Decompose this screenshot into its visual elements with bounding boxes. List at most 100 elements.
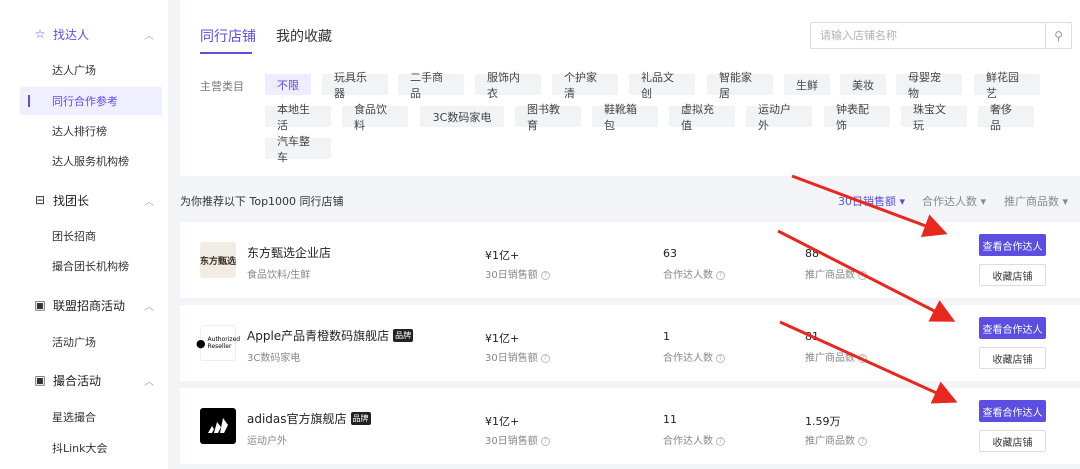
help-icon[interactable]: ? bbox=[716, 436, 725, 446]
help-icon[interactable]: ? bbox=[858, 353, 867, 363]
category-chip[interactable]: 个护家清 bbox=[552, 71, 618, 100]
chevron-up-icon[interactable]: ︿ bbox=[144, 298, 154, 313]
shop-name[interactable]: adidas官方旗舰店 品牌 bbox=[247, 410, 371, 427]
shop-logo: ● Authorized Reseller bbox=[196, 325, 240, 361]
sidebar-item-service-agency-ranking[interactable]: 达人服务机构榜 bbox=[20, 147, 162, 175]
shop-category: 食品饮料/生鲜 bbox=[247, 270, 311, 281]
category-chip[interactable]: 运动户外 bbox=[746, 103, 812, 132]
help-icon[interactable]: ? bbox=[540, 270, 550, 280]
tab-peer-shops[interactable]: 同行店铺 bbox=[200, 26, 256, 46]
sort-products[interactable]: 推广商品数 ▾ bbox=[1004, 193, 1068, 209]
partners-label: 合作达人数? bbox=[663, 349, 725, 364]
products-label: 推广商品数? bbox=[805, 349, 867, 364]
sidebar-item-star-match[interactable]: 星选撮合 bbox=[20, 403, 162, 431]
partners-label: 合作达人数? bbox=[663, 432, 725, 447]
help-icon[interactable]: ? bbox=[540, 436, 550, 446]
products-label-text: 推广商品数 bbox=[805, 436, 855, 447]
category-chip[interactable]: 虚拟充值 bbox=[669, 103, 735, 132]
sidebar-item-leader-agency-ranking[interactable]: 撮合团长机构榜 bbox=[20, 252, 162, 280]
view-partners-button[interactable]: 查看合作达人 bbox=[979, 317, 1046, 339]
shop-name[interactable]: 东方甄选企业店 bbox=[247, 244, 331, 261]
chevron-up-icon[interactable]: ︿ bbox=[144, 27, 154, 42]
apple-icon: ● bbox=[195, 336, 206, 350]
products-value: 88 bbox=[805, 247, 819, 260]
category-chip[interactable]: 珠宝文玩 bbox=[901, 103, 967, 132]
category-chip[interactable]: 汽车整车 bbox=[265, 135, 331, 164]
collect-shop-button[interactable]: 收藏店铺 bbox=[979, 430, 1046, 452]
partners-label-text: 合作达人数 bbox=[663, 436, 713, 447]
help-icon[interactable]: ? bbox=[716, 270, 725, 280]
products-value: 1.59万 bbox=[805, 415, 841, 428]
shop-logo bbox=[200, 408, 236, 444]
brand-badge: 品牌 bbox=[350, 412, 371, 425]
category-chip[interactable]: 3C数码家电 bbox=[420, 106, 504, 127]
shop-name[interactable]: Apple产品青橙数码旗舰店 品牌 bbox=[247, 327, 414, 344]
category-chip[interactable]: 服饰内衣 bbox=[475, 71, 541, 100]
help-icon[interactable]: ? bbox=[858, 270, 867, 280]
sales-value: ¥1亿+ bbox=[485, 415, 520, 428]
partners-label-text: 合作达人数 bbox=[663, 353, 713, 364]
sidebar-item-event-square[interactable]: 活动广场 bbox=[20, 328, 162, 356]
category-chip[interactable]: 美妆 bbox=[840, 74, 886, 95]
products-label-text: 推广商品数 bbox=[805, 270, 855, 281]
sidebar-section-matchmaking[interactable]: ▣ 撮合活动 ︿ bbox=[0, 363, 168, 397]
sales-label-text: 30日销售额 bbox=[485, 270, 538, 281]
shop-category: 运动户外 bbox=[247, 436, 287, 447]
category-chip[interactable]: 本地生活 bbox=[265, 103, 331, 132]
shop-name-text: Apple产品青橙数码旗舰店 bbox=[247, 329, 390, 343]
category-chip[interactable]: 母婴宠物 bbox=[896, 71, 962, 100]
sidebar-item-link-conference[interactable]: 抖Link大会 bbox=[20, 434, 162, 462]
category-label: 主营类目 bbox=[200, 80, 244, 93]
sidebar-item-talent-ranking[interactable]: 达人排行榜 bbox=[20, 117, 162, 145]
sidebar-item-peer-reference[interactable]: 同行合作参考 bbox=[20, 87, 162, 115]
shop-card: ● Authorized Reseller Apple产品青橙数码旗舰店 品牌 3C… bbox=[180, 305, 1080, 381]
sidebar-section-alliance-events[interactable]: ▣ 联盟招商活动 ︿ bbox=[0, 288, 168, 322]
category-chip[interactable]: 生鲜 bbox=[784, 74, 830, 95]
category-chip[interactable]: 鞋靴箱包 bbox=[592, 103, 658, 132]
products-value: 81 bbox=[805, 330, 819, 343]
calendar-icon: ▣ bbox=[34, 373, 46, 387]
active-tab-indicator bbox=[200, 52, 252, 54]
view-partners-button[interactable]: 查看合作达人 bbox=[979, 234, 1046, 256]
sales-label: 30日销售额? bbox=[485, 266, 550, 281]
category-chip[interactable]: 智能家居 bbox=[707, 71, 773, 100]
list-title: 为你推荐以下 Top1000 同行店铺 bbox=[180, 195, 344, 208]
category-chip[interactable]: 图书教育 bbox=[515, 103, 581, 132]
products-label: 推广商品数? bbox=[805, 432, 867, 447]
chevron-up-icon[interactable]: ︿ bbox=[144, 373, 154, 388]
category-chip[interactable]: 奢侈品 bbox=[978, 103, 1034, 132]
sidebar-item-leader-recruit[interactable]: 团长招商 bbox=[20, 222, 162, 250]
category-chip[interactable]: 二手商品 bbox=[398, 71, 464, 100]
sidebar: ☆ 找达人 ︿ 达人广场 同行合作参考 达人排行榜 达人服务机构榜 ⊟ 找团长 … bbox=[0, 0, 168, 469]
help-icon[interactable]: ? bbox=[716, 353, 725, 363]
collect-shop-button[interactable]: 收藏店铺 bbox=[979, 264, 1046, 286]
sidebar-section-find-leader[interactable]: ⊟ 找团长 ︿ bbox=[0, 183, 168, 217]
bag-icon: ⊟ bbox=[34, 193, 46, 207]
sales-label-text: 30日销售额 bbox=[485, 436, 538, 447]
shop-card: adidas官方旗舰店 品牌 运动户外 ¥1亿+ 30日销售额? 11 合作达人数… bbox=[180, 388, 1080, 464]
sidebar-section-find-talent[interactable]: ☆ 找达人 ︿ bbox=[0, 17, 168, 51]
help-icon[interactable]: ? bbox=[540, 353, 550, 363]
search-icon[interactable]: ⚲ bbox=[1045, 23, 1071, 48]
sales-value: ¥1亿+ bbox=[485, 332, 520, 345]
products-label-text: 推广商品数 bbox=[805, 353, 855, 364]
category-chip[interactable]: 食品饮料 bbox=[342, 103, 408, 132]
sort-sales[interactable]: 30日销售额 ▾ bbox=[838, 193, 905, 209]
view-partners-button[interactable]: 查看合作达人 bbox=[979, 400, 1046, 422]
shop-logo-text: 东方甄选 bbox=[200, 256, 237, 267]
category-chip[interactable]: 玩具乐器 bbox=[322, 71, 388, 100]
category-chip[interactable]: 不限 bbox=[265, 74, 311, 95]
category-chip[interactable]: 钟表配饰 bbox=[824, 103, 890, 132]
star-outline-icon: ☆ bbox=[34, 27, 46, 41]
sidebar-item-talent-square[interactable]: 达人广场 bbox=[20, 56, 162, 84]
sort-partners[interactable]: 合作达人数 ▾ bbox=[922, 193, 986, 209]
collect-shop-button[interactable]: 收藏店铺 bbox=[979, 347, 1046, 369]
tab-my-favorites[interactable]: 我的收藏 bbox=[276, 26, 332, 46]
shop-name-text: 东方甄选企业店 bbox=[247, 246, 332, 260]
chevron-up-icon[interactable]: ︿ bbox=[144, 193, 154, 208]
category-chip[interactable]: 鲜花园艺 bbox=[974, 71, 1040, 100]
shop-card: 东方甄选 东方甄选企业店 食品饮料/生鲜 ¥1亿+ 30日销售额? 63 合作达… bbox=[180, 222, 1080, 298]
shop-search-input[interactable] bbox=[811, 23, 1045, 48]
help-icon[interactable]: ? bbox=[858, 436, 867, 446]
category-chip[interactable]: 礼品文创 bbox=[629, 71, 695, 100]
